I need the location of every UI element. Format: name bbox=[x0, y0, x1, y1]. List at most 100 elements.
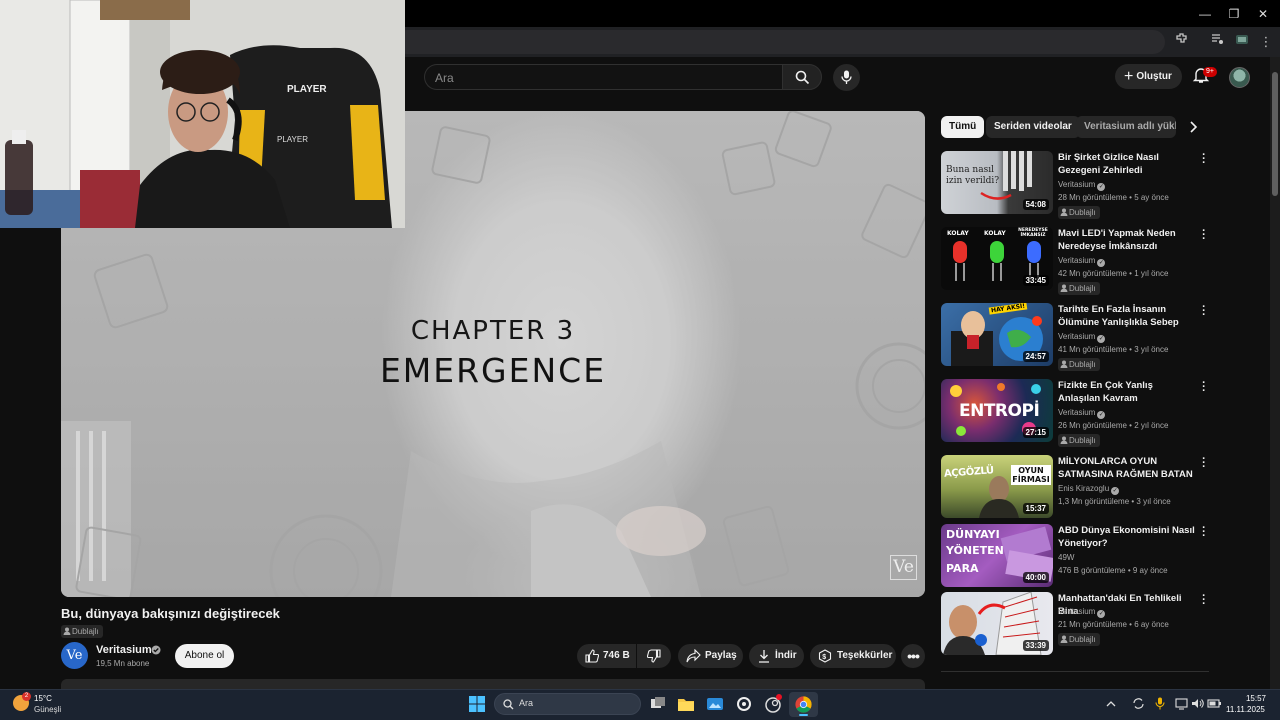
channel-name: 49W bbox=[1058, 553, 1075, 562]
clock-date[interactable]: 11.11.2025 bbox=[1226, 705, 1265, 714]
weather-temperature[interactable]: 15°C bbox=[34, 694, 52, 703]
recommended-video[interactable]: AÇGÖZLÜ OYUN FİRMASI 15:37 MİLYONLARCA O… bbox=[941, 454, 1211, 521]
task-view-icon[interactable] bbox=[648, 694, 668, 714]
chip-from-channel[interactable]: Veritasium adlı yükleyiciden bbox=[1076, 116, 1176, 138]
svg-text:PLAYER: PLAYER bbox=[287, 84, 327, 95]
file-explorer-icon[interactable] bbox=[676, 694, 696, 714]
channel-watermark[interactable]: Ve bbox=[890, 555, 917, 580]
video-thumbnail[interactable]: HAY AKSİ! 24:57 bbox=[941, 303, 1053, 366]
dubbed-badge: Dublajlı bbox=[1058, 206, 1100, 219]
more-actions-button[interactable]: ••• bbox=[901, 644, 925, 668]
close-icon[interactable]: ✕ bbox=[1250, 4, 1276, 24]
video-thumbnail[interactable]: ENTROPİ 27:15 bbox=[941, 379, 1053, 442]
extensions-icon[interactable] bbox=[1172, 32, 1192, 52]
network-icon[interactable] bbox=[1175, 697, 1188, 710]
chevron-up-icon[interactable] bbox=[1105, 698, 1117, 710]
video-title: ABD Dünya Ekonomisini Nasıl Yönetiyor? bbox=[1058, 525, 1195, 549]
video-menu-icon[interactable]: · · · bbox=[1200, 523, 1208, 542]
channel-name: Veritasium bbox=[1058, 332, 1096, 341]
thanks-button[interactable]: $ Teşekkürler bbox=[810, 644, 896, 668]
search-input[interactable] bbox=[435, 69, 765, 87]
profile-icon[interactable] bbox=[1232, 32, 1252, 52]
channel-name: Veritasium bbox=[1058, 180, 1096, 189]
verified-icon: ✓ bbox=[1097, 183, 1106, 191]
upload-age: 9 ay önce bbox=[1132, 566, 1168, 575]
video-menu-icon[interactable]: · · · bbox=[1200, 591, 1208, 610]
chevron-right-icon[interactable] bbox=[1186, 119, 1200, 135]
sidebar-divider bbox=[941, 671, 1209, 672]
video-channel: Veritasium ✓ bbox=[1058, 607, 1106, 618]
restore-icon[interactable]: ❐ bbox=[1221, 4, 1247, 24]
channel-name: Veritasium bbox=[1058, 256, 1096, 265]
video-thumbnail[interactable]: AÇGÖZLÜ OYUN FİRMASI 15:37 bbox=[941, 455, 1053, 518]
video-meta: 42 Mn görüntüleme • 1 yıl önce bbox=[1058, 269, 1169, 278]
taskbar-chrome-active[interactable] bbox=[789, 692, 818, 717]
chip-all[interactable]: Tümü bbox=[941, 116, 985, 138]
windows-start-icon[interactable] bbox=[469, 696, 485, 712]
video-duration: 24:57 bbox=[1022, 351, 1049, 362]
dislike-button[interactable] bbox=[637, 644, 671, 668]
volume-icon[interactable] bbox=[1191, 697, 1204, 710]
dubbed-badge: Dublajlı bbox=[1058, 434, 1100, 447]
like-button[interactable]: 746 B bbox=[577, 644, 636, 668]
upload-age: 3 yıl önce bbox=[1136, 497, 1171, 506]
clock-time[interactable]: 15:57 bbox=[1236, 694, 1276, 703]
dubbed-label: Dublajlı bbox=[1069, 635, 1096, 644]
description-box[interactable] bbox=[61, 679, 925, 689]
search-box[interactable] bbox=[424, 64, 782, 90]
video-thumbnail[interactable]: Buna nasıl izin verildi? 54:08 bbox=[941, 151, 1053, 214]
chip-series-videos[interactable]: Seriden videolar bbox=[986, 116, 1080, 138]
search-button[interactable] bbox=[782, 64, 822, 90]
person-icon bbox=[1060, 436, 1068, 444]
svg-text:PLAYER: PLAYER bbox=[277, 135, 308, 144]
video-thumbnail[interactable]: KOLAY KOLAY NEREDEYSE İMKANSIZ 33:45 bbox=[941, 227, 1053, 290]
taskbar-search[interactable]: Ara bbox=[494, 693, 641, 715]
video-meta: 41 Mn görüntüleme • 3 yıl önce bbox=[1058, 345, 1169, 354]
video-channel: Veritasium ✓ bbox=[1058, 332, 1106, 343]
chapter-name: EMERGENCE bbox=[379, 351, 607, 390]
scrollbar-thumb[interactable] bbox=[1272, 72, 1278, 196]
person-icon bbox=[1060, 284, 1068, 292]
video-menu-icon[interactable]: · · · bbox=[1200, 150, 1208, 169]
video-meta: 1,3 Mn görüntüleme • 3 yıl önce bbox=[1058, 497, 1171, 506]
video-thumbnail[interactable]: 33:39 bbox=[941, 592, 1053, 655]
sync-icon[interactable] bbox=[1132, 697, 1145, 710]
thumbs-down-icon bbox=[647, 649, 661, 663]
recommended-video[interactable]: 33:39 Manhattan'daki En Tehlikeli Bina V… bbox=[941, 591, 1211, 658]
video-menu-icon[interactable]: · · · bbox=[1200, 302, 1208, 321]
create-button[interactable]: + Oluştur bbox=[1115, 64, 1182, 89]
dubbed-label: Dublajlı bbox=[1069, 360, 1096, 369]
video-menu-icon[interactable]: · · · bbox=[1200, 454, 1208, 473]
recommended-video[interactable]: KOLAY KOLAY NEREDEYSE İMKANSIZ 33:45 Mav… bbox=[941, 226, 1211, 295]
channel-name[interactable]: Veritasium bbox=[96, 644, 152, 656]
steam-icon[interactable] bbox=[763, 694, 783, 714]
dubbed-label: Dublajlı bbox=[1069, 436, 1096, 445]
subscribe-button[interactable]: Abone ol bbox=[175, 644, 234, 668]
video-menu-icon[interactable]: · · · bbox=[1200, 226, 1208, 245]
share-button[interactable]: Paylaş bbox=[678, 644, 743, 668]
minimize-icon[interactable]: — bbox=[1192, 4, 1218, 24]
media-control-icon[interactable] bbox=[1207, 32, 1227, 52]
download-button[interactable]: İndir bbox=[749, 644, 804, 668]
account-avatar[interactable] bbox=[1229, 67, 1250, 88]
svg-text:$: $ bbox=[822, 654, 826, 661]
recommended-video[interactable]: HAY AKSİ! 24:57 Tarihte En Fazla İnsanın… bbox=[941, 302, 1211, 371]
video-menu-icon[interactable]: · · · bbox=[1200, 378, 1208, 397]
video-duration: 27:15 bbox=[1022, 427, 1049, 438]
weather-description[interactable]: Güneşli bbox=[34, 705, 61, 714]
steelseries-gg-icon[interactable] bbox=[734, 694, 754, 714]
microphone-in-use-icon[interactable] bbox=[1155, 697, 1165, 710]
channel-avatar[interactable]: Ve bbox=[61, 642, 88, 669]
video-thumbnail[interactable]: DÜNYAYI YÖNETEN PARA 40:00 bbox=[941, 524, 1053, 587]
battery-icon[interactable] bbox=[1207, 697, 1222, 710]
recommended-video[interactable]: DÜNYAYI YÖNETEN PARA 40:00 ABD Dünya Eko… bbox=[941, 523, 1211, 590]
address-bar[interactable] bbox=[395, 30, 1165, 54]
thumbs-up-icon bbox=[585, 649, 599, 663]
photos-app-icon[interactable] bbox=[705, 694, 725, 714]
video-channel: Veritasium ✓ bbox=[1058, 180, 1106, 191]
browser-menu-icon[interactable]: ⋮ bbox=[1256, 32, 1276, 52]
voice-search-button[interactable] bbox=[833, 64, 860, 91]
recommended-video[interactable]: Buna nasıl izin verildi? 54:08 Bir Şirke… bbox=[941, 150, 1211, 219]
share-label: Paylaş bbox=[705, 650, 737, 661]
recommended-video[interactable]: ENTROPİ 27:15 Fizikte En Çok Yanlış Anla… bbox=[941, 378, 1211, 447]
